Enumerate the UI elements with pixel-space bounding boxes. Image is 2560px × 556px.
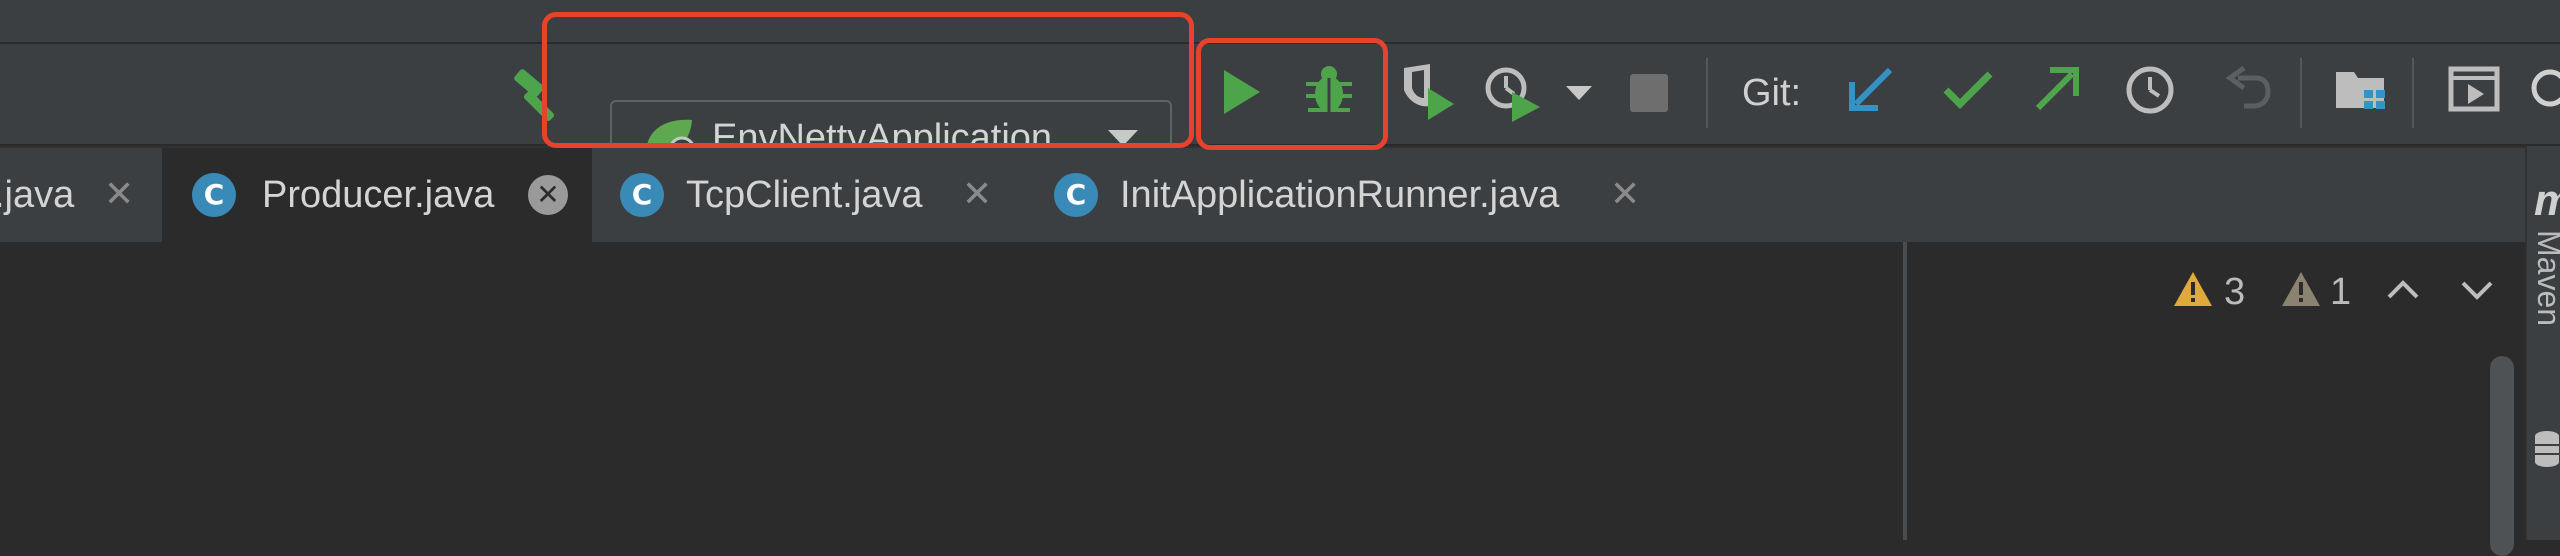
git-label: Git: <box>1742 72 1802 114</box>
project-structure-icon[interactable] <box>2334 66 2390 114</box>
maven-tool-window-label[interactable]: Maven <box>2530 230 2560 326</box>
close-tab-icon[interactable]: ✕ <box>1610 148 1640 242</box>
git-commit-icon[interactable] <box>1942 68 1994 110</box>
editor-tab-bar: .java ✕ C Producer.java ✕ C TcpClient.ja… <box>0 146 2525 244</box>
maven-icon[interactable]: m <box>2534 176 2560 226</box>
build-hammer-icon[interactable] <box>508 62 570 124</box>
previous-highlight-icon[interactable] <box>2386 278 2420 305</box>
editor-tab[interactable]: .java ✕ <box>0 148 162 242</box>
git-push-icon[interactable] <box>2034 66 2080 112</box>
toolbar-separator <box>2300 58 2302 128</box>
toolbar-separator <box>2412 58 2414 128</box>
rollback-icon[interactable] <box>2224 66 2272 114</box>
tab-label: InitApplicationRunner.java <box>1120 174 1560 216</box>
warning-count: 3 <box>2224 271 2246 313</box>
editor-right-area[interactable] <box>1907 242 2525 540</box>
git-update-icon[interactable] <box>1848 66 1894 112</box>
git-history-icon[interactable] <box>2124 64 2176 116</box>
tab-label: .java <box>0 174 75 216</box>
close-tab-icon[interactable]: ✕ <box>528 175 568 215</box>
run-with-coverage-icon[interactable] <box>1400 62 1456 124</box>
next-highlight-icon[interactable] <box>2460 280 2494 307</box>
code-editor[interactable] <box>0 242 1902 540</box>
tab-label: TcpClient.java <box>686 174 923 216</box>
close-tab-icon[interactable]: ✕ <box>104 148 134 242</box>
java-class-icon: C <box>192 173 236 217</box>
toolbar-separator <box>1706 58 1708 128</box>
run-button[interactable] <box>1222 68 1262 116</box>
editor-tab[interactable]: C TcpClient.java ✕ <box>592 148 1024 242</box>
vertical-scrollbar[interactable] <box>2490 356 2514 556</box>
weak-warning-count: 1 <box>2330 271 2352 313</box>
editor-tab[interactable]: C InitApplicationRunner.java ✕ <box>1024 148 1664 242</box>
more-run-actions-chevron-icon[interactable] <box>1566 86 1592 102</box>
presentation-window-icon[interactable] <box>2448 66 2500 112</box>
search-icon[interactable] <box>2526 64 2560 116</box>
close-tab-icon[interactable]: ✕ <box>962 148 992 242</box>
warning-icon[interactable] <box>2172 270 2214 313</box>
editor-tab-active[interactable]: C Producer.java ✕ <box>162 148 592 242</box>
stop-icon[interactable] <box>1630 74 1668 112</box>
debug-button[interactable] <box>1304 64 1354 118</box>
main-toolbar: EnvNettyApplication Git: <box>0 44 2560 176</box>
window-title-strip <box>0 0 2560 44</box>
tab-label: Producer.java <box>262 174 495 216</box>
weak-warning-icon[interactable] <box>2280 270 2322 313</box>
database-icon[interactable] <box>2534 430 2560 475</box>
profiler-icon[interactable] <box>1484 62 1542 124</box>
java-class-icon: C <box>620 173 664 217</box>
java-class-icon: C <box>1054 173 1098 217</box>
